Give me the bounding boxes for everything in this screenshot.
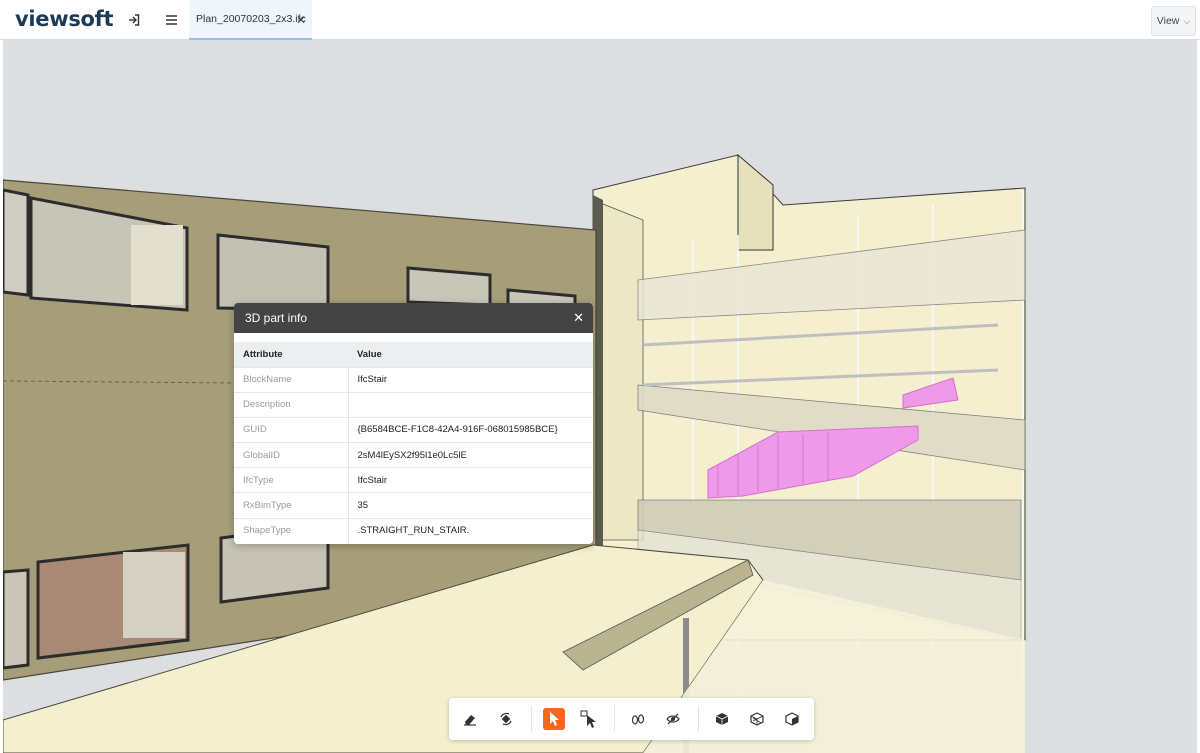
hide-icon[interactable] <box>662 708 684 730</box>
toolbar-divider <box>698 706 699 732</box>
table-row: Description <box>234 391 593 418</box>
login-icon[interactable] <box>124 10 144 30</box>
value-cell: {B6584BCE-F1C8-42A4-916F-068015985BCE} <box>348 416 593 443</box>
app-logo: viewsoft <box>15 7 114 31</box>
box-select-cursor-icon[interactable] <box>578 708 600 730</box>
table-row: BlockName IfcStair <box>234 366 593 393</box>
toolbar-divider <box>614 706 615 732</box>
attribute-cell: BlockName <box>234 366 349 393</box>
section-cube-icon[interactable] <box>781 708 803 730</box>
hamburger-menu-icon[interactable] <box>161 10 181 30</box>
attribute-cell: RxBimType <box>234 492 349 519</box>
chevron-down-icon: ⌵ <box>1183 15 1191 26</box>
file-tab[interactable]: Plan_20070203_2x3.ifc ✕ <box>189 0 312 40</box>
table-row: GUID {B6584BCE-F1C8-42A4-916F-068015985BC… <box>234 416 593 443</box>
attribute-cell: GUID <box>234 416 349 443</box>
3d-viewport[interactable]: 3D part info ✕ Attribute Value BlockName… <box>3 40 1197 753</box>
view-button-label: View <box>1156 15 1180 27</box>
panel-title: 3D part info <box>245 311 308 325</box>
value-cell: IfcStair <box>348 467 593 493</box>
value-cell: IfcStair <box>348 366 593 393</box>
building-3d-model[interactable] <box>3 40 1197 753</box>
solid-cube-icon[interactable] <box>711 708 733 730</box>
column-header-value: Value <box>348 342 593 367</box>
panel-header: 3D part info ✕ <box>234 303 593 333</box>
attribute-cell: IfcType <box>234 467 349 493</box>
show-icon[interactable] <box>627 708 649 730</box>
rotate-icon[interactable] <box>495 708 517 730</box>
part-info-panel: 3D part info ✕ Attribute Value BlockName… <box>234 303 593 544</box>
table-row: GlobalID 2sM4lEySX2f95l1e0Lc5lE <box>234 442 593 468</box>
app-root: viewsoft Plan_20070203_2x3.ifc ✕ View ⌵ <box>0 0 1200 753</box>
attribute-table: Attribute Value BlockName IfcStair Descri… <box>234 342 593 544</box>
table-row: ShapeType .STRAIGHT_RUN_STAIR. <box>234 517 593 544</box>
table-header-row: Attribute Value <box>234 342 593 367</box>
select-cursor-icon[interactable] <box>543 708 565 730</box>
top-bar: viewsoft Plan_20070203_2x3.ifc ✕ View ⌵ <box>0 0 1200 40</box>
file-tab-label: Plan_20070203_2x3.ifc <box>196 13 306 25</box>
attribute-cell: Description <box>234 391 349 418</box>
bottom-toolbar <box>449 698 814 740</box>
xray-cube-icon[interactable] <box>746 708 768 730</box>
close-icon[interactable]: ✕ <box>573 310 584 326</box>
toolbar-divider <box>531 706 532 732</box>
close-tab-icon[interactable]: ✕ <box>296 13 306 27</box>
column-header-attribute: Attribute <box>234 342 348 367</box>
eraser-icon[interactable] <box>459 708 481 730</box>
value-cell: 35 <box>348 492 593 519</box>
attribute-cell: ShapeType <box>234 517 349 544</box>
view-menu-button[interactable]: View ⌵ <box>1151 6 1196 36</box>
value-cell <box>348 391 593 418</box>
table-row: IfcType IfcStair <box>234 467 593 493</box>
value-cell: .STRAIGHT_RUN_STAIR. <box>348 517 593 544</box>
table-row: RxBimType 35 <box>234 492 593 519</box>
attribute-cell: GlobalID <box>234 442 349 468</box>
value-cell: 2sM4lEySX2f95l1e0Lc5lE <box>348 442 593 468</box>
